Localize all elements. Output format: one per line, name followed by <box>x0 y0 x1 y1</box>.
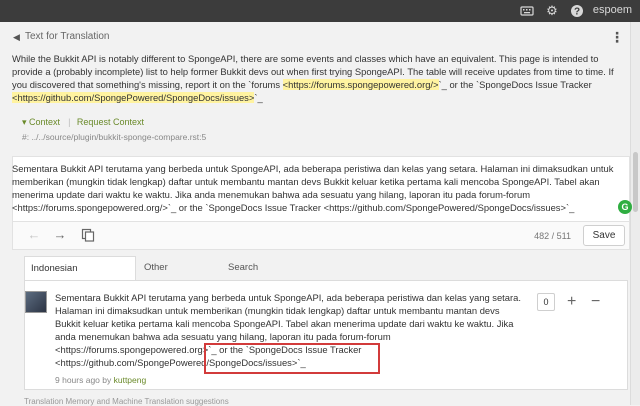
vote-count: 0 <box>537 293 555 311</box>
page-scrollbar[interactable] <box>630 22 640 405</box>
collapse-arrow-icon[interactable]: ◀ <box>13 32 20 43</box>
upvote-plus-icon[interactable]: + <box>567 293 576 311</box>
source-link-forums: <https://forums.spongepowered.org/> <box>282 79 439 90</box>
keyboard-icon[interactable] <box>520 4 534 18</box>
help-icon[interactable]: ? <box>570 4 584 18</box>
avatar <box>25 291 47 313</box>
top-bar: ⚙ ? espoem <box>0 0 640 22</box>
char-counter: 482 / 511 <box>534 231 571 241</box>
source-path: #: ../../source/plugin/bukkit-sponge-com… <box>22 132 207 142</box>
source-text: While the Bukkit API is notably differen… <box>12 52 624 104</box>
copy-source-icon[interactable] <box>81 228 95 242</box>
source-text-part: `_ <box>254 92 263 103</box>
save-button[interactable]: Save <box>583 225 625 246</box>
source-text-part: `_ or the `SpongeDocs Issue Tracker <box>438 79 592 90</box>
tab-search-tm[interactable]: Search TM <box>222 256 278 297</box>
editor-action-bar: ← → 482 / 511 Save <box>12 222 630 250</box>
back-arrow-icon[interactable]: ← <box>27 228 41 242</box>
gear-icon[interactable]: ⚙ <box>545 4 559 18</box>
downvote-minus-icon[interactable]: − <box>591 293 600 311</box>
translation-textarea[interactable]: Sementara Bukkit API terutama yang berbe… <box>12 162 618 214</box>
scrollbar-thumb[interactable] <box>633 152 638 212</box>
separator: | <box>68 117 71 127</box>
username-link[interactable]: espoem <box>593 4 632 16</box>
more-menu-icon[interactable]: ⋮ <box>610 29 624 46</box>
context-link[interactable]: ▾ Context <box>22 117 64 127</box>
svg-text:?: ? <box>574 7 580 18</box>
tab-other-languages[interactable]: Other Languages <box>138 256 220 297</box>
forward-arrow-icon[interactable]: → <box>53 228 67 242</box>
grammar-check-icon[interactable]: G <box>618 200 632 214</box>
source-link-issues: <https://github.com/SpongePowered/Sponge… <box>12 92 255 103</box>
suggestion-time: 9 hours ago by <box>55 375 112 385</box>
source-header: ◀ Text for Translation ⋮ <box>12 22 630 52</box>
context-label: Context <box>29 117 61 127</box>
tab-indonesian-suggestions[interactable]: Indonesian Suggestions <box>24 256 136 298</box>
suggestion-author[interactable]: kuttpeng <box>114 375 147 385</box>
request-context-link[interactable]: Request Context <box>77 117 144 127</box>
highlight-box <box>204 343 380 374</box>
context-links: ▾ Context | Request Context <box>22 117 148 128</box>
source-header-title: Text for Translation <box>25 31 110 42</box>
suggestion-meta: 9 hours ago by kuttpeng <box>55 375 146 385</box>
